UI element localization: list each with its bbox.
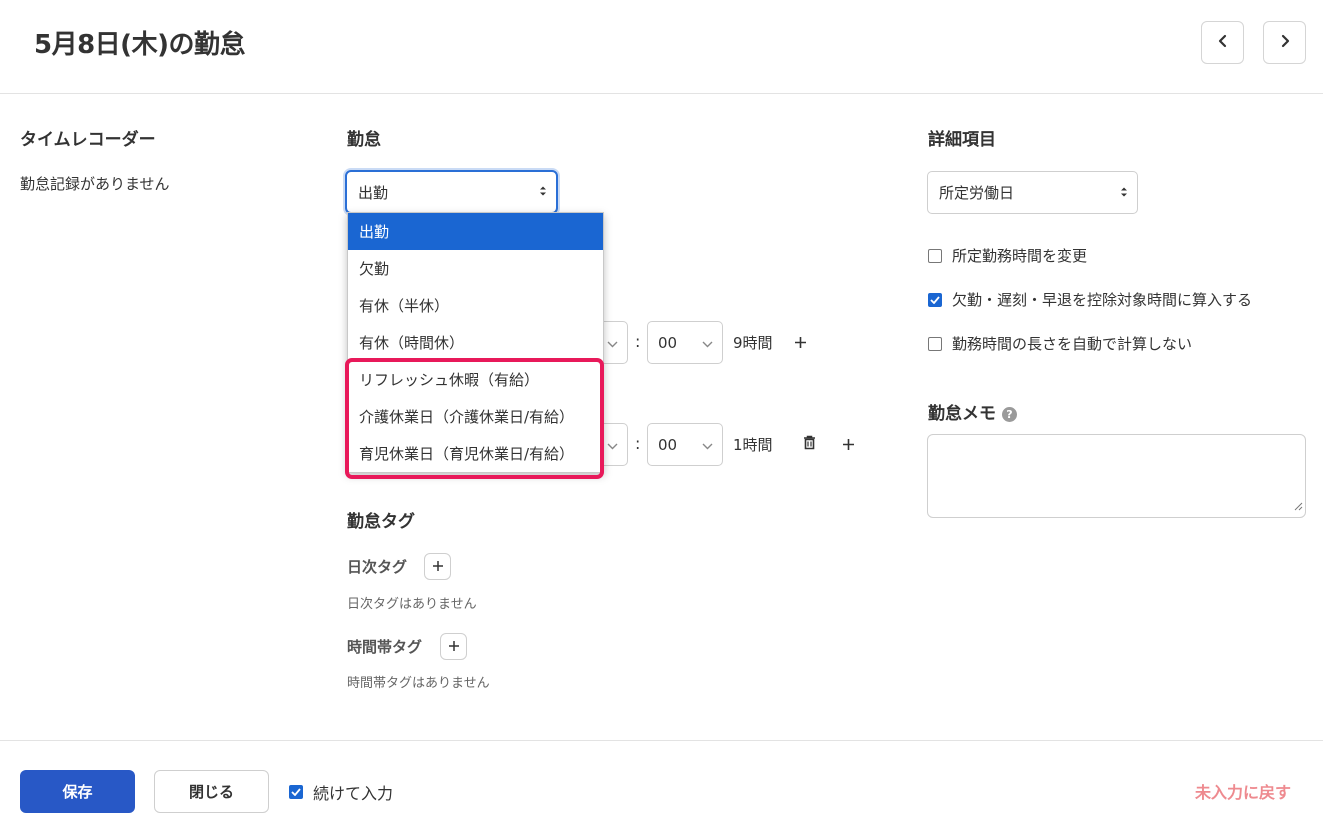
add-daily-tag-button[interactable] bbox=[424, 553, 451, 580]
memo-heading: 勤怠メモ? bbox=[928, 399, 1017, 424]
checkbox-label: 勤務時間の長さを自動で計算しない bbox=[952, 335, 1193, 353]
checkbox-label: 所定勤務時間を変更 bbox=[952, 247, 1088, 265]
plus-icon bbox=[842, 436, 855, 455]
dropdown-option[interactable]: 欠勤 bbox=[348, 250, 603, 287]
chevron-down-icon bbox=[702, 334, 713, 352]
chevron-down-icon bbox=[702, 436, 713, 454]
close-button[interactable]: 閉じる bbox=[154, 770, 269, 813]
dropdown-option[interactable]: リフレッシュ休暇（有給） bbox=[348, 361, 603, 398]
chevron-left-icon bbox=[1216, 33, 1230, 52]
chevron-down-icon bbox=[607, 334, 618, 352]
prev-day-button[interactable] bbox=[1201, 21, 1244, 64]
start-minute-value: 00 bbox=[658, 333, 678, 352]
break-minute-value: 00 bbox=[658, 435, 678, 454]
chevron-down-icon bbox=[607, 436, 618, 454]
continue-label: 続けて入力 bbox=[313, 784, 394, 803]
select-arrows-icon bbox=[1120, 184, 1128, 202]
plus-icon bbox=[448, 637, 460, 656]
time-separator: : bbox=[635, 434, 641, 453]
details-heading: 詳細項目 bbox=[928, 130, 996, 150]
time-separator: : bbox=[635, 332, 641, 351]
checkbox-include-deduction[interactable]: 欠勤・遅刻・早退を控除対象時間に算入する bbox=[928, 289, 1252, 310]
daily-tag-empty-text: 日次タグはありません bbox=[347, 597, 477, 612]
checkbox[interactable] bbox=[928, 336, 942, 351]
day-type-select[interactable]: 所定労働日 bbox=[927, 171, 1138, 214]
start-minute-select[interactable]: 00 bbox=[647, 321, 723, 364]
checkbox[interactable] bbox=[928, 248, 942, 263]
add-row-button[interactable] bbox=[839, 436, 857, 454]
memo-heading-text: 勤怠メモ bbox=[928, 404, 996, 424]
continue-input-toggle[interactable]: 続けて入力 bbox=[289, 780, 393, 804]
delete-row-button[interactable] bbox=[800, 435, 818, 453]
day-type-value: 所定労働日 bbox=[939, 184, 1015, 202]
memo-textarea[interactable] bbox=[927, 434, 1306, 518]
checkbox-label: 欠勤・遅刻・早退を控除対象時間に算入する bbox=[952, 291, 1253, 309]
footer-divider bbox=[0, 740, 1323, 741]
timerecorder-empty-text: 勤怠記録がありません bbox=[20, 175, 170, 193]
daily-tag-label: 日次タグ bbox=[347, 558, 408, 576]
chevron-right-icon bbox=[1278, 33, 1292, 52]
attendance-type-select[interactable]: 出勤 bbox=[345, 170, 558, 214]
timeband-tag-empty-text: 時間帯タグはありません bbox=[347, 676, 490, 691]
page-title: 5月8日(木)の勤怠 bbox=[34, 30, 245, 60]
next-day-button[interactable] bbox=[1263, 21, 1306, 64]
resize-grip-icon[interactable] bbox=[1294, 496, 1303, 515]
checkbox[interactable] bbox=[289, 785, 303, 799]
dropdown-option[interactable]: 出勤 bbox=[348, 213, 603, 250]
tags-heading: 勤怠タグ bbox=[347, 512, 415, 532]
timeband-tag-label: 時間帯タグ bbox=[347, 638, 423, 656]
work-duration: 9時間 bbox=[733, 334, 773, 352]
dropdown-option[interactable]: 介護休業日（介護休業日/有給） bbox=[348, 398, 603, 435]
select-arrows-icon bbox=[539, 183, 547, 201]
attendance-type-value: 出勤 bbox=[358, 183, 389, 202]
plus-icon bbox=[432, 557, 444, 576]
attendance-type-dropdown: 出勤 欠勤 有休（半休） 有休（時間休） リフレッシュ休暇（有給） 介護休業日（… bbox=[347, 212, 604, 473]
dropdown-option[interactable]: 育児休業日（育児休業日/有給） bbox=[348, 435, 603, 472]
plus-icon bbox=[794, 334, 807, 353]
break-duration: 1時間 bbox=[733, 436, 773, 454]
add-timeband-tag-button[interactable] bbox=[440, 633, 467, 660]
trash-icon bbox=[803, 435, 816, 454]
checkbox-no-auto-calc[interactable]: 勤務時間の長さを自動で計算しない bbox=[928, 333, 1192, 354]
reset-link[interactable]: 未入力に戻す bbox=[1195, 779, 1291, 803]
header: 5月8日(木)の勤怠 bbox=[0, 0, 1323, 94]
checkbox-change-scheduled-hours[interactable]: 所定勤務時間を変更 bbox=[928, 245, 1087, 266]
attendance-heading: 勤怠 bbox=[347, 130, 381, 150]
dropdown-option[interactable]: 有休（半休） bbox=[348, 287, 603, 324]
save-button[interactable]: 保存 bbox=[20, 770, 135, 813]
add-row-button[interactable] bbox=[791, 334, 809, 352]
break-minute-select[interactable]: 00 bbox=[647, 423, 723, 466]
timerecorder-heading: タイムレコーダー bbox=[20, 130, 156, 150]
help-icon[interactable]: ? bbox=[1002, 406, 1017, 422]
dropdown-option[interactable]: 有休（時間休） bbox=[348, 324, 603, 361]
checkbox[interactable] bbox=[928, 292, 942, 307]
